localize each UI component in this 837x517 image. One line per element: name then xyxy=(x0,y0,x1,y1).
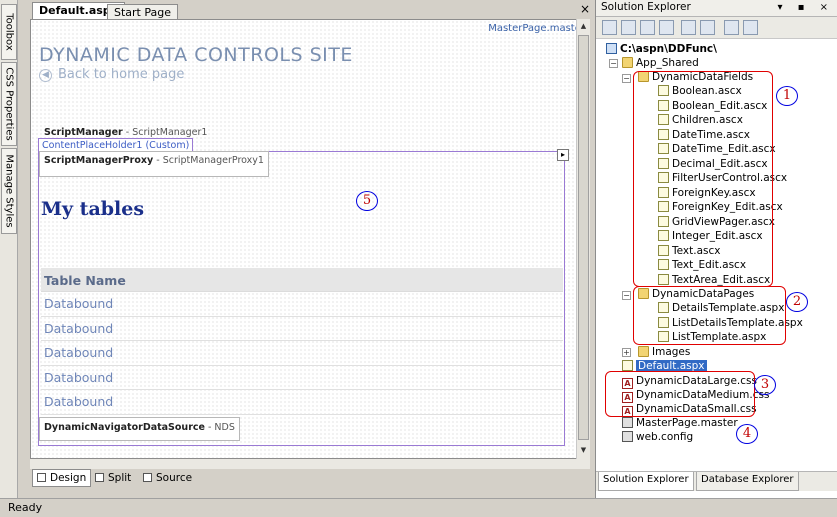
status-text: Ready xyxy=(8,501,43,514)
callout-3: 3 xyxy=(754,375,776,395)
master-page-file-icon xyxy=(622,417,633,428)
expand-images-icon[interactable]: + xyxy=(622,348,631,357)
annotation-box-1 xyxy=(633,71,773,287)
script-manager-proxy-id: - ScriptManagerProxy1 xyxy=(156,155,264,166)
properties-icon[interactable] xyxy=(602,20,617,35)
annotation-box-3 xyxy=(605,371,755,417)
solution-explorer-panel: Solution Explorer ▾ ▪ × C:\aspn\DDFunc\ … xyxy=(595,0,837,498)
script-manager-proxy-control[interactable]: ScriptManagerProxy - ScriptManagerProxy1 xyxy=(39,151,269,177)
design-view-label: Design xyxy=(50,472,87,484)
solution-explorer-bottom-tabs: Solution Explorer Database Explorer xyxy=(596,471,837,491)
collapse-app-shared-icon[interactable]: − xyxy=(609,59,618,68)
tree-project-root[interactable]: C:\aspn\DDFunc\ xyxy=(606,42,717,56)
close-document-icon[interactable]: × xyxy=(579,3,591,15)
split-view-tab[interactable]: Split xyxy=(90,469,136,487)
page-heading: My tables xyxy=(41,198,145,220)
callout-1: 1 xyxy=(776,86,798,106)
scroll-thumb[interactable] xyxy=(578,35,589,440)
vertical-scrollbar[interactable]: ▲ ▼ xyxy=(576,19,590,459)
design-view-tab[interactable]: Design xyxy=(32,469,92,487)
tab-start-page[interactable]: Start Page xyxy=(107,4,178,20)
split-view-icon xyxy=(95,473,104,482)
tab-start-page-label: Start Page xyxy=(114,6,171,19)
navigator-datasource-name: DynamicNavigatorDataSource xyxy=(44,422,205,433)
source-view-tab[interactable]: Source xyxy=(138,469,197,487)
callout-5: 5 xyxy=(356,191,378,211)
collapse-pages-icon[interactable]: − xyxy=(622,291,631,300)
tab-solution-explorer[interactable]: Solution Explorer xyxy=(598,472,694,491)
site-title: DYNAMIC DATA CONTROLS SITE xyxy=(39,44,353,66)
aspx-file-icon xyxy=(622,360,633,371)
callout-2: 2 xyxy=(786,292,808,312)
script-manager-name: ScriptManager xyxy=(44,127,123,138)
show-all-files-icon[interactable] xyxy=(659,20,674,35)
grid-row[interactable]: Databound xyxy=(41,292,563,317)
scroll-up-icon[interactable]: ▲ xyxy=(578,20,589,33)
panel-window-controls-icon[interactable]: ▾ ▪ × xyxy=(777,2,834,13)
callout-4: 4 xyxy=(736,424,758,444)
solution-explorer-toolbar xyxy=(596,17,837,39)
config-file-icon xyxy=(622,431,633,442)
manage-styles-tab[interactable]: Manage Styles xyxy=(1,148,17,234)
toolbox-tab[interactable]: Toolbox xyxy=(1,4,17,60)
navigator-datasource-id: - NDS xyxy=(207,422,235,433)
grid-row[interactable]: Databound xyxy=(41,317,563,342)
status-bar: Ready xyxy=(0,498,837,517)
css-properties-tab[interactable]: CSS Properties xyxy=(1,62,17,146)
grid-header-table-name: Table Name xyxy=(41,268,563,292)
tables-grid[interactable]: Table Name Databound Databound Databound… xyxy=(41,268,563,415)
smart-tag-arrow-icon[interactable]: ▸ xyxy=(557,149,569,161)
tab-database-explorer[interactable]: Database Explorer xyxy=(696,472,799,491)
document-tab-strip: Default.aspx Start Page xyxy=(30,2,590,20)
content-placeholder-label[interactable]: ContentPlaceHolder1 (Custom) xyxy=(38,138,194,152)
view-mode-bar: Design Split Source xyxy=(30,469,590,491)
master-page-label: MasterPage.master xyxy=(488,23,585,34)
website-project-icon xyxy=(606,43,617,54)
folder-label: App_Shared xyxy=(636,57,699,69)
tab-database-explorer-label: Database Explorer xyxy=(701,474,794,485)
script-manager-id: - ScriptManager1 xyxy=(125,127,208,138)
view-designer-icon[interactable] xyxy=(700,20,715,35)
split-view-label: Split xyxy=(108,472,132,484)
tree-folder-images[interactable]: Images xyxy=(638,345,690,359)
asp-config-icon[interactable] xyxy=(743,20,758,35)
design-surface[interactable]: MasterPage.master DYNAMIC DATA CONTROLS … xyxy=(30,19,590,459)
grid-row[interactable]: Databound xyxy=(41,390,563,415)
script-manager-proxy-name: ScriptManagerProxy xyxy=(44,155,154,166)
annotation-box-2 xyxy=(633,286,786,345)
toolbox-tab-label: Toolbox xyxy=(3,13,15,51)
horizontal-scrollbar[interactable] xyxy=(30,459,590,469)
file-label: web.config xyxy=(636,431,694,443)
tree-file-master-page[interactable]: MasterPage.master xyxy=(622,416,738,430)
source-view-icon xyxy=(143,473,152,482)
nest-files-icon[interactable] xyxy=(640,20,655,35)
folder-icon xyxy=(638,346,649,357)
collapse-fields-icon[interactable]: − xyxy=(622,74,631,83)
design-view-icon xyxy=(37,473,46,482)
scroll-down-icon[interactable]: ▼ xyxy=(578,444,589,457)
refresh-icon[interactable] xyxy=(621,20,636,35)
view-code-icon[interactable] xyxy=(681,20,696,35)
navigator-datasource-control[interactable]: DynamicNavigatorDataSource - NDS xyxy=(39,417,240,441)
tab-default-aspx-label: Default.aspx xyxy=(39,4,118,17)
folder-icon xyxy=(622,57,633,68)
css-properties-tab-label: CSS Properties xyxy=(3,67,15,141)
back-arrow-icon: ◀ xyxy=(39,69,52,82)
grid-row[interactable]: Databound xyxy=(41,341,563,366)
copy-website-icon[interactable] xyxy=(724,20,739,35)
back-to-home-link[interactable]: ◀ Back to home page xyxy=(39,67,184,82)
folder-label: Images xyxy=(652,346,691,358)
manage-styles-tab-label: Manage Styles xyxy=(3,154,15,228)
file-label: MasterPage.master xyxy=(636,417,738,429)
left-tool-strip: Toolbox CSS Properties Manage Styles xyxy=(0,0,18,498)
grid-row[interactable]: Databound xyxy=(41,366,563,391)
back-link-text: Back to home page xyxy=(58,67,185,82)
source-view-label: Source xyxy=(156,472,193,484)
solution-explorer-title-bar: Solution Explorer ▾ ▪ × xyxy=(596,0,837,17)
solution-explorer-title: Solution Explorer xyxy=(601,1,691,13)
tree-folder-app-shared[interactable]: App_Shared xyxy=(622,56,699,70)
tab-solution-explorer-label: Solution Explorer xyxy=(603,474,689,485)
project-path: C:\aspn\DDFunc\ xyxy=(620,43,717,55)
tree-file-web-config[interactable]: web.config xyxy=(622,430,693,444)
